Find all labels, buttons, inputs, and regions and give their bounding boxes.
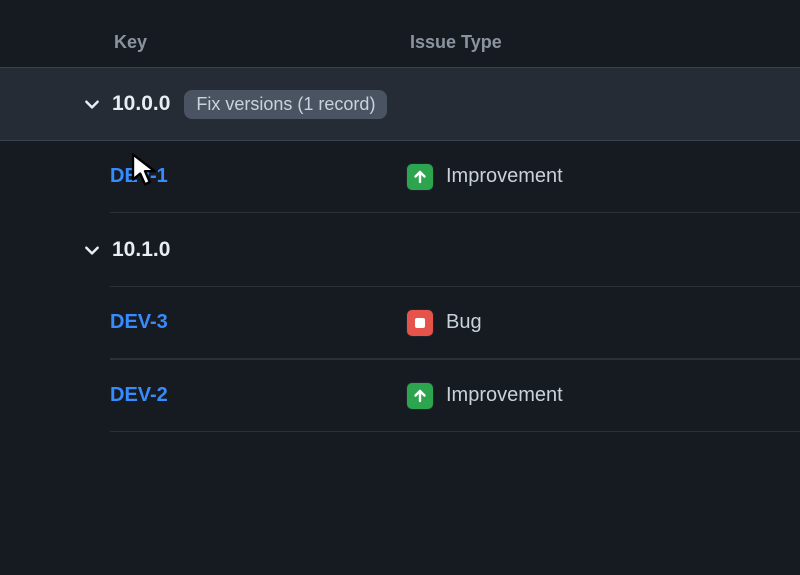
issue-key-link[interactable]: DEV-3 bbox=[110, 311, 406, 334]
group-title: 10.0.0 bbox=[112, 92, 170, 116]
group-title: 10.1.0 bbox=[112, 238, 170, 262]
table-row[interactable]: DEV-1 Improvement bbox=[110, 141, 800, 213]
bug-icon bbox=[406, 309, 434, 337]
improvement-icon bbox=[406, 163, 434, 191]
issue-type-cell: Improvement bbox=[406, 163, 563, 191]
chevron-down-icon bbox=[82, 240, 102, 260]
improvement-icon bbox=[406, 382, 434, 410]
group-header-10-1-0[interactable]: 10.1.0 bbox=[110, 213, 800, 287]
column-header-key[interactable]: Key bbox=[114, 32, 410, 53]
issue-type-label: Improvement bbox=[446, 384, 563, 407]
table-header-row: Key Issue Type bbox=[66, 32, 800, 67]
issue-type-label: Improvement bbox=[446, 165, 563, 188]
chevron-down-icon bbox=[82, 94, 102, 114]
table-row[interactable]: DEV-2 Improvement bbox=[110, 360, 800, 432]
fix-versions-badge[interactable]: Fix versions (1 record) bbox=[184, 90, 387, 119]
issue-key-link[interactable]: DEV-1 bbox=[110, 165, 406, 188]
issue-type-cell: Bug bbox=[406, 309, 482, 337]
issue-type-label: Bug bbox=[446, 311, 482, 334]
issues-table: Key Issue Type 10.0.0 Fix versions (1 re… bbox=[0, 0, 800, 432]
issue-key-link[interactable]: DEV-2 bbox=[110, 384, 406, 407]
column-header-issue-type[interactable]: Issue Type bbox=[410, 32, 800, 53]
table-row[interactable]: DEV-3 Bug bbox=[110, 287, 800, 359]
group-header-10-0-0[interactable]: 10.0.0 Fix versions (1 record) bbox=[0, 67, 800, 141]
issue-type-cell: Improvement bbox=[406, 382, 563, 410]
